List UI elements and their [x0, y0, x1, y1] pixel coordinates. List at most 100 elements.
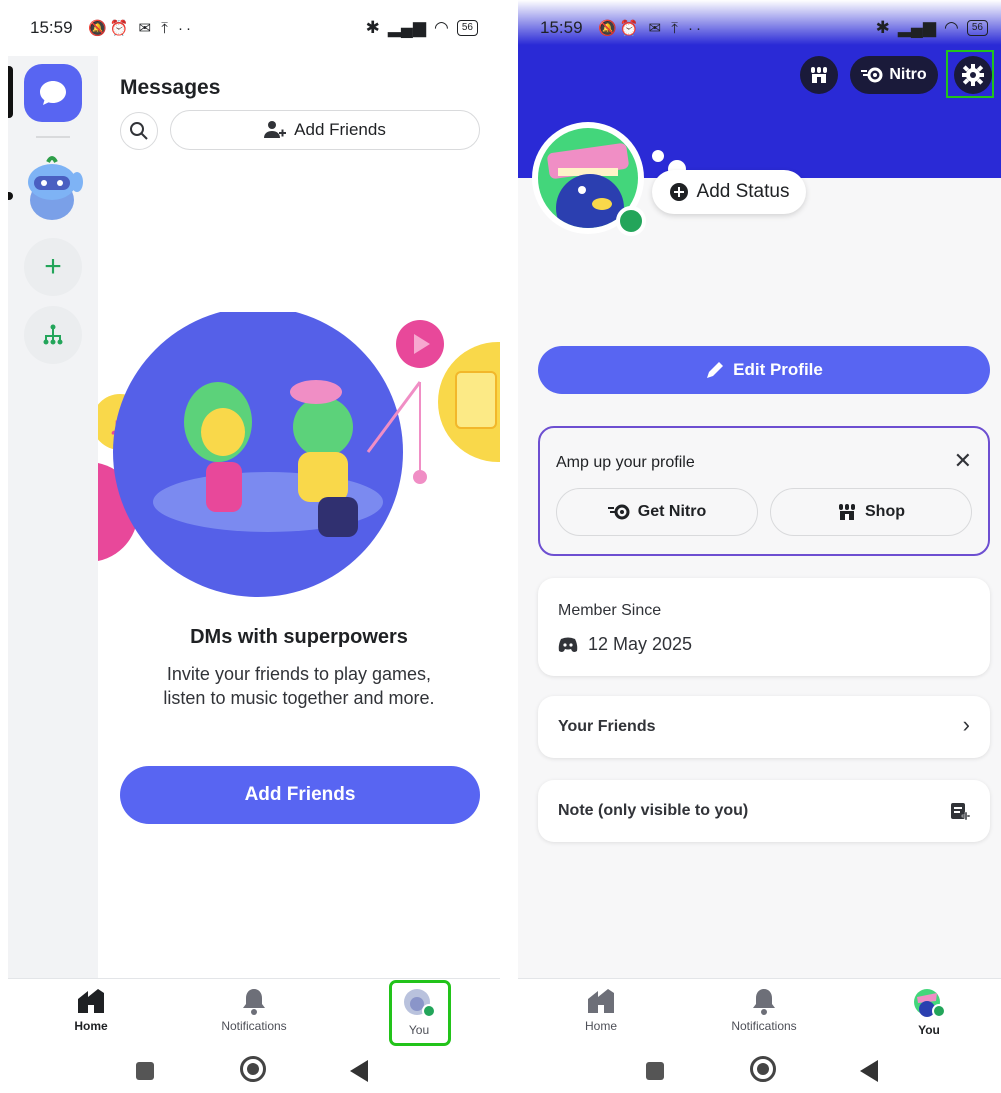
server-mascot-icon[interactable] [22, 152, 86, 222]
add-note-icon [951, 803, 970, 821]
chevron-right-icon: › [962, 712, 970, 737]
nitro-top-button[interactable]: Nitro [850, 56, 938, 94]
close-icon[interactable]: ✕ [954, 448, 972, 474]
shop-top-button[interactable] [800, 56, 838, 94]
status-bubble-dot [652, 150, 664, 162]
member-since-value: 12 May 2025 [558, 634, 692, 655]
messages-panel: Messages Add Friends ♫ [98, 42, 500, 978]
hub-tree-icon [43, 324, 63, 345]
nitro-label: Nitro [889, 66, 927, 83]
note-label: Note (only visible to you) [558, 802, 749, 819]
home-system-button[interactable] [240, 1056, 266, 1082]
bluetooth-icon: ✱ [365, 18, 380, 37]
shop-icon [811, 67, 827, 83]
rail-divider [36, 136, 70, 138]
edit-profile-button[interactable]: Edit Profile [538, 346, 990, 394]
add-friends-button[interactable]: Add Friends [120, 766, 480, 824]
nav-home[interactable]: Home [546, 987, 656, 1045]
status-bar: 15:59 🔕⏰ ✉ ⤒ ·· ✱ ▂▄▆ ◠ 56 [518, 0, 1001, 56]
status-right: ✱ ▂▄▆ ◠ 56 [876, 18, 988, 38]
add-status-button[interactable]: Add Status [652, 170, 806, 214]
empty-state-description: Invite your friends to play games, liste… [163, 664, 435, 708]
empty-state-title: DMs with superpowers [190, 626, 408, 648]
system-nav-bar [8, 1052, 500, 1093]
shop-icon [839, 504, 855, 520]
you-tab-highlight [389, 980, 451, 1046]
nav-home-label: Home [584, 1019, 617, 1033]
superpowers-illustration: ♫ [98, 312, 500, 597]
nitro-icon [861, 67, 883, 83]
messages-screen: 15:59 🔕⏰ ✉ ⤒ ·· ✱ ▂▄▆ ◠ 56 + Messages Ad… [8, 0, 500, 1093]
pencil-icon [707, 362, 724, 378]
battery-icon: 56 [456, 20, 478, 36]
chat-bubble-icon [40, 81, 66, 105]
nav-notifications[interactable]: Notifications [199, 987, 309, 1045]
status-right: ✱ ▂▄▆ ◠ 56 [366, 18, 478, 38]
unread-indicator [8, 192, 13, 200]
member-since-label: Member Since [558, 602, 662, 619]
shop-label: Shop [865, 503, 905, 520]
nav-notifications-label: Notifications [221, 1019, 287, 1033]
plus-circle-icon [669, 183, 688, 201]
add-friends-label: Add Friends [294, 120, 386, 139]
online-status-dot [616, 206, 646, 236]
your-friends-label: Your Friends [558, 718, 656, 735]
bluetooth-icon: ✱ [875, 18, 890, 37]
server-rail: + [8, 56, 98, 978]
your-friends-row[interactable]: Your Friends › [538, 696, 990, 758]
nav-you[interactable]: You [364, 980, 474, 1046]
bottom-nav: Home Notifications You [8, 978, 500, 1053]
direct-messages-button[interactable] [24, 64, 82, 122]
recents-button[interactable] [646, 1062, 664, 1080]
signal-icon: ▂▄▆ [387, 18, 427, 37]
selected-indicator [8, 66, 13, 118]
nav-notifications[interactable]: Notifications [709, 987, 819, 1045]
nav-home[interactable]: Home [36, 987, 146, 1045]
settings-highlight [946, 50, 994, 98]
wifi-icon: ◠ [944, 18, 959, 37]
back-button[interactable] [860, 1060, 878, 1082]
nav-you[interactable]: You [874, 987, 984, 1045]
home-icon [588, 989, 614, 1013]
add-friend-icon [264, 121, 287, 138]
discord-logo-icon [558, 637, 578, 652]
nitro-icon [607, 504, 630, 520]
wifi-icon: ◠ [434, 18, 449, 37]
note-row[interactable]: Note (only visible to you) [538, 780, 990, 842]
member-since-card: Member Since 12 May 2025 [538, 578, 990, 676]
avatar [914, 989, 946, 1018]
home-system-button[interactable] [750, 1056, 776, 1082]
nav-you-label: You [918, 1023, 940, 1037]
system-nav-bar [518, 1052, 1001, 1093]
get-nitro-label: Get Nitro [637, 503, 707, 520]
home-icon [78, 989, 104, 1013]
amp-up-card: Amp up your profile ✕ Get Nitro Shop [538, 426, 990, 556]
bell-icon [243, 989, 265, 1015]
status-time: 15:59 [540, 18, 583, 37]
get-nitro-button[interactable]: Get Nitro [556, 488, 758, 536]
member-since-date: 12 May 2025 [588, 634, 693, 654]
profile-screen: 15:59 🔕⏰ ✉ ⤒ ·· ✱ ▂▄▆ ◠ 56 Nitro Add Sta… [518, 0, 1001, 1093]
add-friends-button-top[interactable]: Add Friends [170, 110, 480, 150]
battery-icon: 56 [966, 20, 988, 36]
search-button[interactable] [120, 112, 158, 150]
home-system-dot [757, 1063, 769, 1075]
plus-icon: + [44, 250, 62, 283]
nav-notifications-label: Notifications [731, 1019, 797, 1033]
status-icons: 🔕⏰ ✉ ⤒ ·· [598, 20, 705, 37]
nav-home-label: Home [74, 1019, 108, 1033]
signal-icon: ▂▄▆ [897, 18, 937, 37]
bell-icon [753, 989, 775, 1015]
back-button[interactable] [350, 1060, 368, 1082]
add-server-button[interactable]: + [24, 238, 82, 296]
recents-button[interactable] [136, 1062, 154, 1080]
status-icons: 🔕⏰ ✉ ⤒ ·· [88, 20, 195, 37]
edit-profile-label: Edit Profile [733, 360, 823, 379]
shop-button[interactable]: Shop [770, 488, 972, 536]
status-time: 15:59 [30, 18, 73, 37]
search-icon [130, 122, 148, 140]
amp-up-title: Amp up your profile [556, 454, 695, 471]
discover-button[interactable] [24, 306, 82, 364]
home-system-dot [247, 1063, 259, 1075]
add-status-label: Add Status [696, 181, 790, 202]
